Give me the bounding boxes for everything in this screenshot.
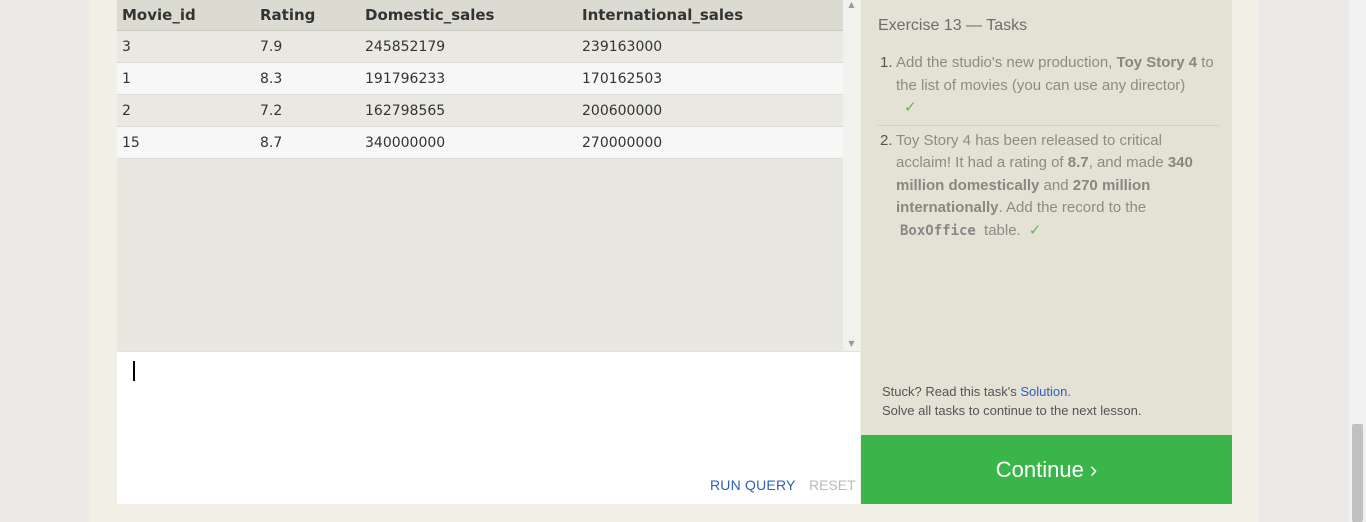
scroll-up-arrow-icon[interactable]: ▲ <box>843 0 860 9</box>
sql-editor: RUN QUERY RESET <box>117 351 860 504</box>
table-cell: 191796233 <box>360 62 577 95</box>
table-cell: 15 <box>117 126 255 159</box>
table-row: 15 8.7 340000000 270000000 <box>117 126 843 159</box>
task-number: 2. <box>880 131 893 149</box>
tasks-title: Exercise 13 — Tasks <box>878 17 1028 34</box>
continue-button[interactable]: Continue › <box>861 435 1232 504</box>
table-cell: 8.3 <box>255 62 360 95</box>
page-scrollbar-thumb[interactable] <box>1352 424 1363 522</box>
table-row: 3 7.9 245852179 239163000 <box>117 30 843 63</box>
table-cell: 270000000 <box>577 126 843 159</box>
table-cell: 170162503 <box>577 62 843 95</box>
table-cell: 7.2 <box>255 94 360 127</box>
results-header-row: Movie_id Rating Domestic_sales Internati… <box>117 0 843 31</box>
text-caret <box>133 361 135 381</box>
column-header-movie-id: Movie_id <box>117 0 255 31</box>
table-cell: 3 <box>117 30 255 63</box>
check-icon: ✓ <box>904 99 917 116</box>
reset-button[interactable]: RESET <box>809 477 856 493</box>
results-scrollbar[interactable]: ▲ ▼ <box>843 0 860 351</box>
solution-link[interactable]: Solution <box>1020 384 1067 399</box>
column-header-domestic-sales: Domestic_sales <box>360 0 577 31</box>
run-query-button[interactable]: RUN QUERY <box>710 477 796 493</box>
table-cell: 1 <box>117 62 255 95</box>
check-icon: ✓ <box>1028 221 1042 239</box>
table-cell: 8.7 <box>255 126 360 159</box>
stuck-prefix: Stuck? Read this task's <box>882 384 1021 399</box>
help-text: Stuck? Read this task's Solution. Solve … <box>882 382 1141 420</box>
task-text: and <box>1039 176 1073 194</box>
stuck-suffix: . <box>1067 384 1071 399</box>
table-cell: 340000000 <box>360 126 577 159</box>
task-text: . Add the record to the <box>998 199 1147 216</box>
table-name-code: BoxOffice <box>900 222 976 239</box>
table-cell: 7.9 <box>255 30 360 63</box>
table-cell: 245852179 <box>360 30 577 63</box>
query-results-panel: Movie_id Rating Domestic_sales Internati… <box>117 0 843 351</box>
task-item: 1. Add the studio's new production, Toy … <box>878 52 1219 126</box>
results-table: Movie_id Rating Domestic_sales Internati… <box>117 0 843 159</box>
sql-query-input[interactable] <box>117 352 860 462</box>
task-text: , and made <box>1088 154 1168 171</box>
scroll-down-arrow-icon[interactable]: ▼ <box>843 339 860 348</box>
page-scrollbar[interactable] <box>1349 0 1366 522</box>
task-item: 2. Toy Story 4 has been released to crit… <box>878 130 1219 243</box>
table-cell: 2 <box>117 94 255 127</box>
column-header-rating: Rating <box>255 0 360 31</box>
table-cell: 162798565 <box>360 94 577 127</box>
table-row: 2 7.2 162798565 200600000 <box>117 94 843 127</box>
task-list: 1. Add the studio's new production, Toy … <box>878 52 1219 242</box>
task-number: 1. <box>880 54 893 71</box>
task-text: Add the studio's new production, <box>896 54 1117 71</box>
task-text-bold: 8.7 <box>1067 154 1089 171</box>
solve-all-text: Solve all tasks to continue to the next … <box>882 403 1142 418</box>
task-text: table. <box>979 221 1021 239</box>
table-cell: 239163000 <box>577 30 843 63</box>
tasks-panel: Exercise 13 — Tasks 1. Add the studio's … <box>861 0 1232 435</box>
table-cell: 200600000 <box>577 94 843 127</box>
column-header-international-sales: International_sales <box>577 0 843 31</box>
task-text-bold: Toy Story 4 <box>1116 54 1198 71</box>
table-row: 1 8.3 191796233 170162503 <box>117 62 843 95</box>
